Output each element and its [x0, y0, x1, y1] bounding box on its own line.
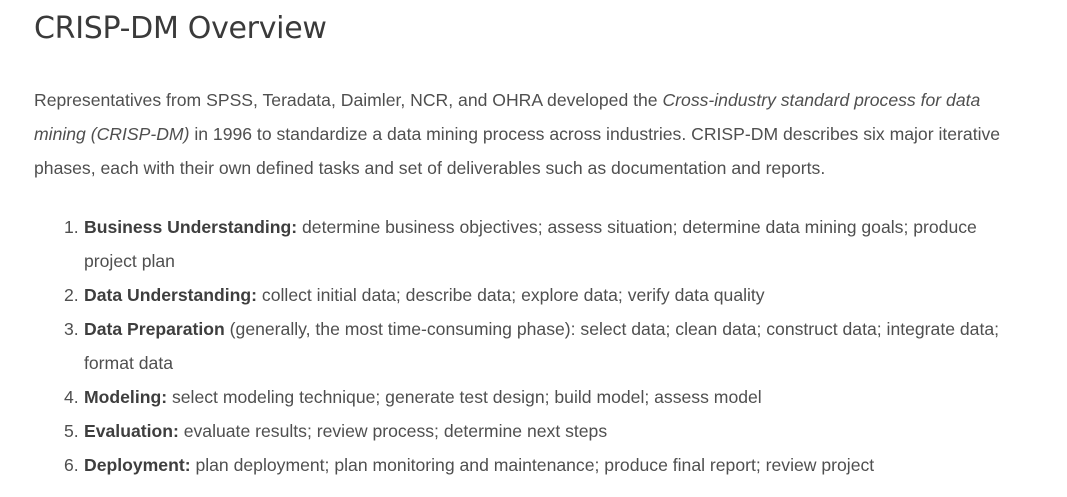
- phase-item-data-understanding: 2. Data Understanding: collect initial da…: [34, 278, 1034, 312]
- phase-item-business-understanding: 1. Business Understanding: determine busi…: [34, 210, 1034, 278]
- phase-name: Data Understanding:: [84, 285, 258, 305]
- phase-item-data-preparation: 3. Data Preparation (generally, the most …: [34, 312, 1034, 380]
- phase-item-evaluation: 5. Evaluation: evaluate results; review p…: [34, 414, 1034, 448]
- phase-number: 3.: [64, 319, 79, 339]
- phase-number: 2.: [64, 285, 79, 305]
- phase-name: Deployment:: [84, 455, 191, 475]
- phase-item-modeling: 4. Modeling: select modeling technique; g…: [34, 380, 1034, 414]
- phase-item-deployment: 6. Deployment: plan deployment; plan moni…: [34, 448, 1034, 482]
- phase-number: 6.: [64, 455, 79, 475]
- intro-paragraph: Representatives from SPSS, Teradata, Dai…: [34, 83, 1034, 185]
- phase-number: 5.: [64, 421, 79, 441]
- phase-number: 1.: [64, 217, 79, 237]
- phase-list: 1. Business Understanding: determine busi…: [34, 210, 1034, 482]
- intro-text-start: Representatives from SPSS, Teradata, Dai…: [34, 90, 663, 110]
- phase-name: Data Preparation: [84, 319, 225, 339]
- page-title: CRISP-DM Overview: [34, 11, 327, 46]
- phase-description: select modeling technique; generate test…: [167, 387, 762, 407]
- phase-name: Modeling:: [84, 387, 168, 407]
- phase-description: evaluate results; review process; determ…: [178, 421, 608, 441]
- phase-description: plan deployment; plan monitoring and mai…: [190, 455, 875, 475]
- phase-name: Evaluation:: [84, 421, 179, 441]
- article: CRISP-DM Overview Representatives from S…: [34, 0, 1034, 482]
- phase-number: 4.: [64, 387, 79, 407]
- phase-description: collect initial data; describe data; exp…: [257, 285, 765, 305]
- phase-name: Business Understanding:: [84, 217, 298, 237]
